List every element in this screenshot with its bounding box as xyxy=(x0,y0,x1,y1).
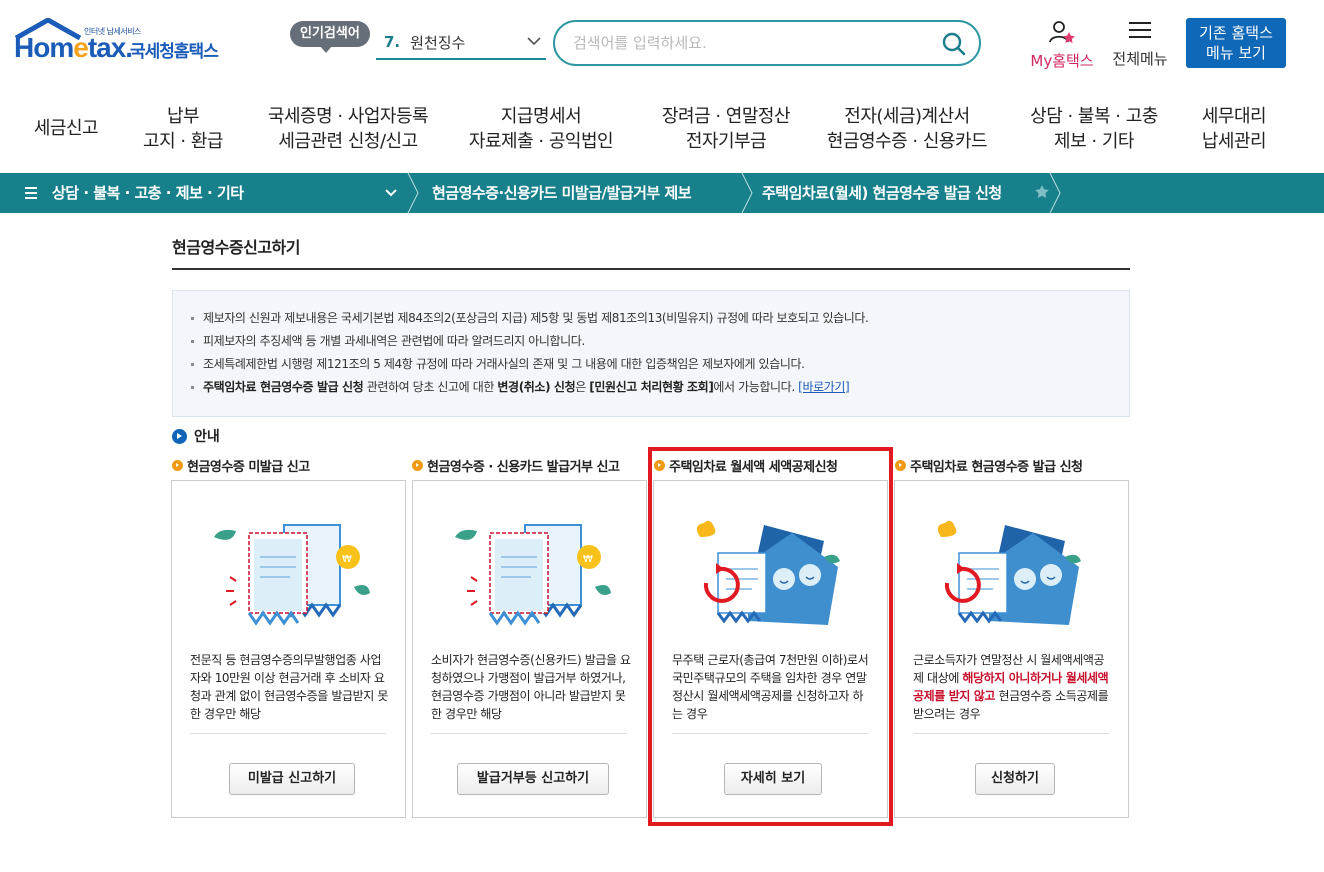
notice-item: 제보자의 신원과 제보내용은 국세기본법 제84조의2(포상금의 지급) 제5항… xyxy=(191,307,1129,330)
card-divider xyxy=(913,733,1109,734)
nav-consulting[interactable]: 상담 · 불복 · 고충 제보 · 기타 xyxy=(1016,104,1172,154)
search-icon[interactable] xyxy=(941,31,967,57)
my-hometax-button[interactable]: My홈택스 xyxy=(1024,20,1100,71)
all-menu-label: 전체메뉴 xyxy=(1112,50,1168,68)
house-receipt-illustration-icon xyxy=(937,520,1081,625)
nav-certificates[interactable]: 국세증명 · 사업자등록 세금관련 신청/신고 xyxy=(250,104,446,154)
breadcrumb: 상담 · 불복 · 고충 · 제보 · 기타 현금영수증·신용카드 미발급/발급… xyxy=(0,173,1324,213)
breadcrumb-separator-icon xyxy=(1049,173,1061,213)
logo-wordmark: Hometax. xyxy=(14,32,133,63)
chevron-down-icon[interactable] xyxy=(384,188,398,198)
breadcrumb-level2[interactable]: 현금영수증·신용카드 미발급/발급거부 제보 xyxy=(432,173,692,213)
card-heading-rent-receipt: 주택임차료 현금영수증 발급 신청 xyxy=(895,456,1083,475)
popular-search-select[interactable]: 7. 원천징수 xyxy=(376,26,546,60)
popular-search-badge: 인기검색어 xyxy=(290,21,370,53)
search-input[interactable] xyxy=(573,31,933,55)
card-heading-refusal: 현금영수증 · 신용카드 발급거부 신고 xyxy=(412,456,620,475)
legacy-menu-button[interactable]: 기존 홈택스 메뉴 보기 xyxy=(1186,18,1286,68)
main-navigation: 세금신고 납부 고지 · 환급 국세증명 · 사업자등록 세금관련 신청/신고 지급… xyxy=(0,96,1324,168)
refusal-report-button[interactable]: 발급거부등 신고하기 xyxy=(457,763,609,795)
nav-payment-statements[interactable]: 지급명세서 자료제출 · 공익법인 xyxy=(456,104,626,154)
receipt-illustration-icon: ₩ xyxy=(214,524,370,626)
guide-heading: 안내 xyxy=(172,426,220,446)
unissued-report-button[interactable]: 미발급 신고하기 xyxy=(229,763,355,795)
nav-e-invoice[interactable]: 전자(세금)계산서 현금영수증 · 신용카드 xyxy=(816,104,998,154)
notice-box: 제보자의 신원과 제보내용은 국세기본법 제84조의2(포상금의 지급) 제5항… xyxy=(172,290,1130,417)
card-description: 소비자가 현금영수증(신용카드) 발급을 요청하였으나 가맹점이 발급거부 하였… xyxy=(431,653,631,721)
my-hometax-label: My홈택스 xyxy=(1030,52,1094,70)
logo-korean: 국세청홈택스 xyxy=(130,42,219,62)
card-divider xyxy=(190,733,386,734)
notice-item: 피제보자의 추징세액 등 개별 과세내역은 관련법에 따라 알려드리지 아니합니… xyxy=(191,330,1129,353)
arrow-circle-icon xyxy=(172,428,187,444)
arrow-bullet-icon xyxy=(412,460,423,471)
popular-rank: 7. xyxy=(384,33,401,51)
apply-button[interactable]: 신청하기 xyxy=(975,763,1055,795)
breadcrumb-level3: 주택임차료(월세) 현금영수증 발급 신청 xyxy=(762,184,1002,202)
arrow-bullet-icon xyxy=(172,460,183,471)
title-divider xyxy=(172,268,1130,270)
card-divider xyxy=(431,733,627,734)
header: 인터넷 납세서비스 Hometax. 국세청홈택스 인기검색어 7. 원천징수 … xyxy=(0,0,1324,88)
card-description: 근로소득자가 연말정산 시 월세액세액공제 대상에 해당하지 아니하거나 월세세… xyxy=(913,653,1109,721)
breadcrumb-separator-icon xyxy=(741,173,753,213)
svg-text:₩: ₩ xyxy=(583,554,593,565)
breadcrumb-level1[interactable]: 상담 · 불복 · 고충 · 제보 · 기타 xyxy=(52,173,244,213)
hometax-logo[interactable]: 인터넷 납세서비스 Hometax. 국세청홈택스 xyxy=(12,18,232,70)
card-unissued-report: ₩ 전문직 등 현금영수증의무발행업종 사업자와 10만원 이상 현금거래 후 … xyxy=(171,480,406,818)
hamburger-icon xyxy=(1129,22,1151,38)
notice-item: 주택임차료 현금영수증 발급 신청 관련하여 당초 신고에 대한 변경(취소) … xyxy=(191,376,1129,399)
notice-item: 조세특례제한법 시행령 제121조의 5 제4항 규정에 따라 거래사실의 존재… xyxy=(191,353,1129,376)
svg-text:₩: ₩ xyxy=(342,554,352,565)
shortcut-link[interactable]: [바로가기] xyxy=(798,380,850,394)
breadcrumb-separator-icon xyxy=(407,173,419,213)
search-box xyxy=(553,20,981,66)
user-icon xyxy=(1049,21,1075,43)
card-refusal-report: ₩ 소비자가 현금영수증(신용카드) 발급을 요청하였으나 가맹점이 발급거부 … xyxy=(412,480,647,818)
page-title: 현금영수증신고하기 xyxy=(172,238,300,257)
card-description: 전문직 등 현금영수증의무발행업종 사업자와 10만원 이상 현금거래 후 소비… xyxy=(190,653,388,721)
receipt-illustration-icon: ₩ xyxy=(455,524,611,626)
nav-tax-filing[interactable]: 세금신고 xyxy=(18,116,114,141)
arrow-bullet-icon xyxy=(895,460,906,471)
card-rent-receipt: 근로소득자가 연말정산 시 월세액세액공제 대상에 해당하지 아니하거나 월세세… xyxy=(894,480,1129,818)
nav-incentives[interactable]: 장려금 · 연말정산 전자기부금 xyxy=(638,104,814,154)
nav-payment[interactable]: 납부 고지 · 환급 xyxy=(124,104,242,154)
menu-icon[interactable] xyxy=(24,184,38,202)
highlight-box xyxy=(648,447,893,826)
chevron-down-icon xyxy=(527,37,541,46)
all-menu-button[interactable]: 전체메뉴 xyxy=(1108,20,1172,69)
card-heading-unissued: 현금영수증 미발급 신고 xyxy=(172,456,310,475)
popular-term: 원천징수 xyxy=(410,33,466,52)
nav-tax-agent[interactable]: 세무대리 납세관리 xyxy=(1184,104,1284,154)
